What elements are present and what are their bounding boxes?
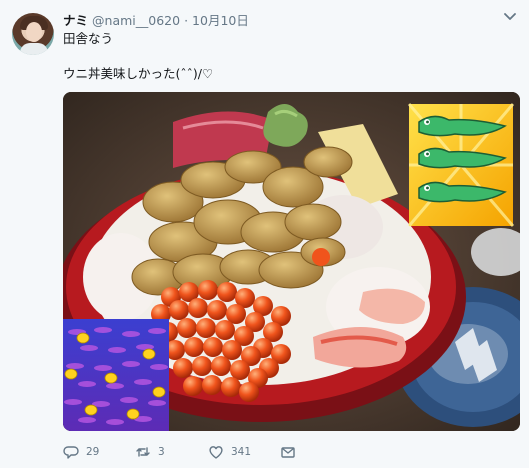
envelope-icon (281, 447, 295, 458)
green-salamander-sticker (407, 103, 515, 227)
tweet-photo[interactable] (63, 92, 520, 431)
retweet-count: 3 (158, 446, 165, 458)
tweet-actions: 29 3 341 (63, 442, 423, 462)
tweet-date[interactable]: 10月10日 (192, 10, 249, 29)
avatar-body (20, 43, 48, 55)
reply-count: 29 (86, 446, 100, 458)
avatar-face (26, 22, 42, 42)
like-button[interactable]: 341 (208, 442, 251, 462)
heart-icon (209, 446, 223, 459)
reply-button[interactable]: 29 (63, 442, 99, 462)
tweet-text-line-2: ウニ丼美味しかった(ˆˆ)/♡ (63, 66, 214, 81)
like-count: 341 (231, 446, 252, 458)
yellow-fish-school-sticker (63, 319, 169, 431)
separator-dot: · (184, 13, 189, 28)
display-name[interactable]: ナミ (63, 10, 88, 29)
chevron-down-icon[interactable] (503, 12, 517, 22)
avatar[interactable] (12, 13, 54, 55)
direct-message-button[interactable] (280, 442, 296, 462)
tweet-text-line-1: 田舎なう (63, 31, 114, 46)
reply-icon (63, 446, 79, 459)
retweet-button[interactable]: 3 (135, 442, 165, 462)
uni-don-illustration (63, 92, 520, 431)
user-handle[interactable]: @nami__0620 (92, 13, 180, 28)
tweet-header: ナミ @nami__0620 · 10月10日 (63, 10, 249, 28)
retweet-icon (136, 447, 150, 457)
tweet-card: ナミ @nami__0620 · 10月10日 田舎なう ウニ丼美味しかった(ˆ… (0, 0, 529, 468)
